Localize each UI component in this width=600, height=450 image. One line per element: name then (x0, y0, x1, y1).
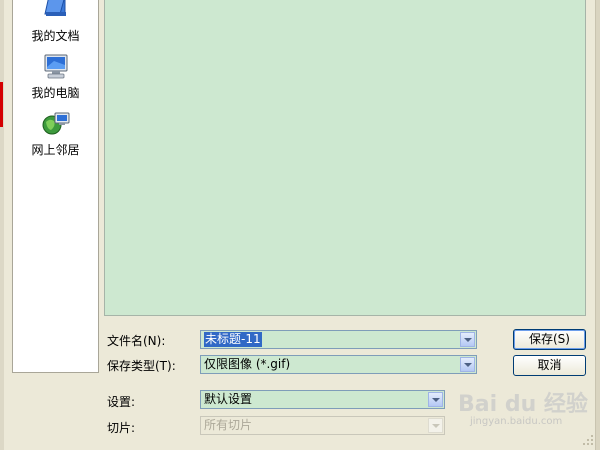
watermark-url: jingyan.baidu.com (470, 416, 563, 427)
filename-label: 文件名(N): (107, 334, 166, 348)
place-network-places[interactable]: 网上邻居 (13, 110, 98, 158)
settings-select[interactable]: 默认设置 (200, 390, 445, 409)
resize-grip-icon[interactable] (582, 434, 594, 446)
background-window-sliver (0, 82, 3, 127)
save-for-web-dialog: 我的文档 我的电脑 网上邻居 文件名(N): 未标题-11 保存类型(T): 仅… (0, 0, 600, 450)
save-type-value: 仅限图像 (*.gif) (204, 357, 291, 371)
slices-dropdown-button (428, 418, 443, 433)
save-type-label: 保存类型(T): (107, 359, 176, 373)
place-my-documents[interactable]: 我的文档 (13, 0, 98, 44)
filename-combobox[interactable]: 未标题-11 (200, 330, 477, 349)
cancel-button[interactable]: 取消 (513, 355, 586, 376)
save-type-dropdown-button[interactable] (460, 357, 475, 372)
place-label: 我的电脑 (31, 86, 80, 100)
settings-dropdown-button[interactable] (428, 392, 443, 407)
baidu-watermark: Bai du 经验 jingyan.baidu.com (458, 386, 588, 436)
place-label: 网上邻居 (31, 143, 80, 157)
filename-dropdown-button[interactable] (460, 332, 475, 347)
settings-value: 默认设置 (204, 392, 253, 406)
save-type-select[interactable]: 仅限图像 (*.gif) (200, 355, 477, 374)
places-bar: 我的文档 我的电脑 网上邻居 (12, 0, 99, 373)
place-label: 我的文档 (31, 29, 80, 43)
my-documents-icon (43, 0, 66, 16)
my-computer-icon (44, 54, 67, 79)
file-list-area[interactable] (104, 0, 586, 316)
place-my-computer[interactable]: 我的电脑 (13, 53, 98, 101)
settings-label: 设置: (107, 395, 136, 409)
right-window-edge (595, 0, 600, 450)
filename-input-value[interactable]: 未标题-11 (204, 332, 262, 347)
slices-select: 所有切片 (200, 416, 445, 435)
watermark-logo-text: Bai du 经验 (458, 392, 588, 417)
slices-label: 切片: (107, 421, 136, 435)
slices-value: 所有切片 (204, 418, 253, 432)
left-window-edge (0, 0, 4, 450)
network-places-icon (42, 112, 69, 135)
save-button[interactable]: 保存(S) (513, 329, 586, 350)
